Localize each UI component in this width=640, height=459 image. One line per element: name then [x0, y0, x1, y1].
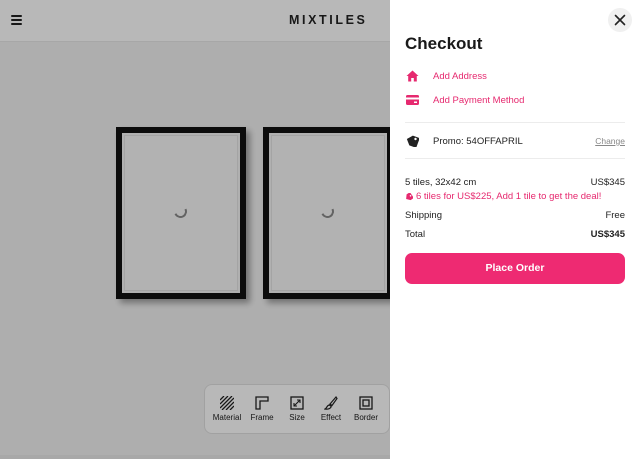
total-row: Total US$345: [405, 229, 625, 240]
checkout-title: Checkout: [405, 34, 483, 53]
add-payment-label: Add Payment Method: [433, 94, 525, 106]
promo-row: Promo: 54OFFAPRIL Change: [405, 133, 625, 149]
horizontal-scrollbar[interactable]: [0, 455, 390, 459]
promo-code-label: Promo: 54OFFAPRIL: [433, 135, 523, 147]
tiles-summary-row: 5 tiles, 32x42 cm US$345: [405, 177, 625, 188]
place-order-button[interactable]: Place Order: [405, 253, 625, 284]
total-value: US$345: [590, 229, 625, 240]
credit-card-icon: [405, 93, 419, 107]
close-icon: [614, 14, 626, 26]
add-payment-button[interactable]: Add Payment Method: [405, 92, 524, 108]
shipping-row: Shipping Free: [405, 210, 625, 221]
tiles-summary-price: US$345: [590, 177, 625, 188]
modal-overlay[interactable]: [0, 0, 390, 459]
add-address-label: Add Address: [433, 70, 487, 82]
shipping-label: Shipping: [405, 210, 442, 221]
divider: [405, 122, 625, 123]
change-promo-link[interactable]: Change: [595, 136, 625, 146]
tag-icon: [405, 134, 419, 148]
total-label: Total: [405, 229, 426, 240]
home-icon: [405, 69, 419, 83]
add-address-button[interactable]: Add Address: [405, 68, 487, 84]
deal-message: 6 tiles for US$225, Add 1 tile to get th…: [405, 191, 601, 202]
shipping-value: Free: [605, 210, 625, 221]
checkout-panel: Checkout Add Address Add Payment Method: [390, 0, 640, 459]
tiles-summary-label: 5 tiles, 32x42 cm: [405, 177, 477, 188]
close-button[interactable]: [608, 8, 632, 32]
deal-text: 6 tiles for US$225, Add 1 tile to get th…: [416, 191, 602, 202]
tag-icon: [405, 192, 413, 201]
divider: [405, 158, 625, 159]
